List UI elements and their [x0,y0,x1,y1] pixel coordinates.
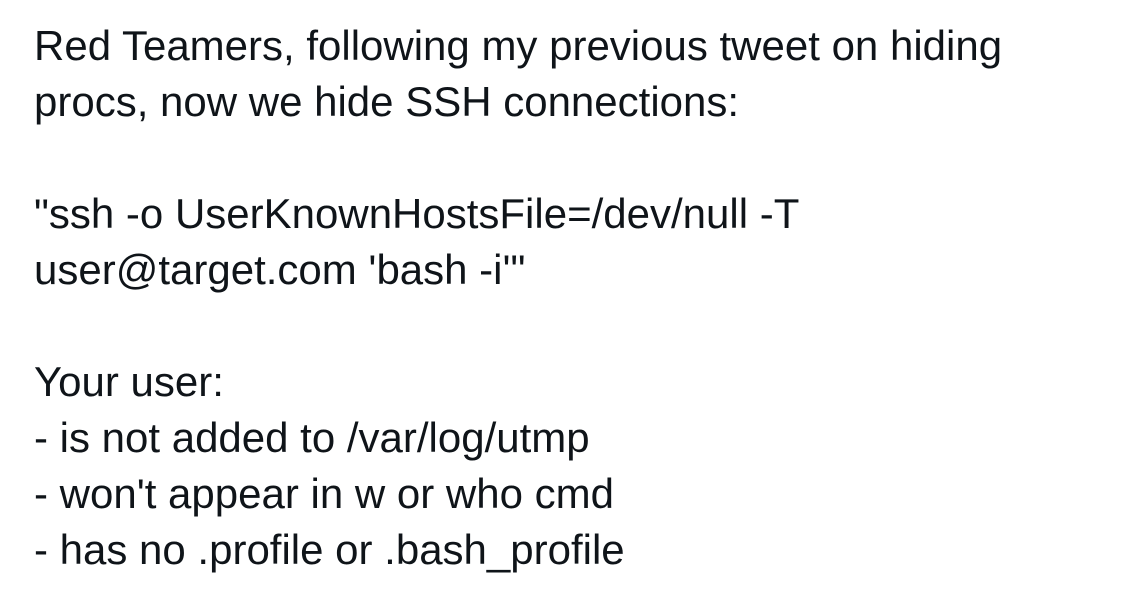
tweet-intro-line-2: procs, now we hide SSH connections: [34,78,740,125]
your-user-heading: Your user: [34,358,224,405]
bullet-item: - won't appear in w or who cmd [34,470,614,517]
tweet-intro-line-1: Red Teamers, following my previous tweet… [34,22,1003,69]
bullet-item: - is not added to /var/log/utmp [34,414,590,461]
tweet-text: Red Teamers, following my previous tweet… [34,18,1114,578]
ssh-command-line-1: "ssh -o UserKnownHostsFile=/dev/null -T [34,190,800,237]
bullet-item: - has no .profile or .bash_profile [34,526,625,573]
tweet-screenshot: { "tweet": { "intro_line_1": "Red Teamer… [0,0,1130,607]
ssh-command-line-2: user@target.com 'bash -i'" [34,246,526,293]
